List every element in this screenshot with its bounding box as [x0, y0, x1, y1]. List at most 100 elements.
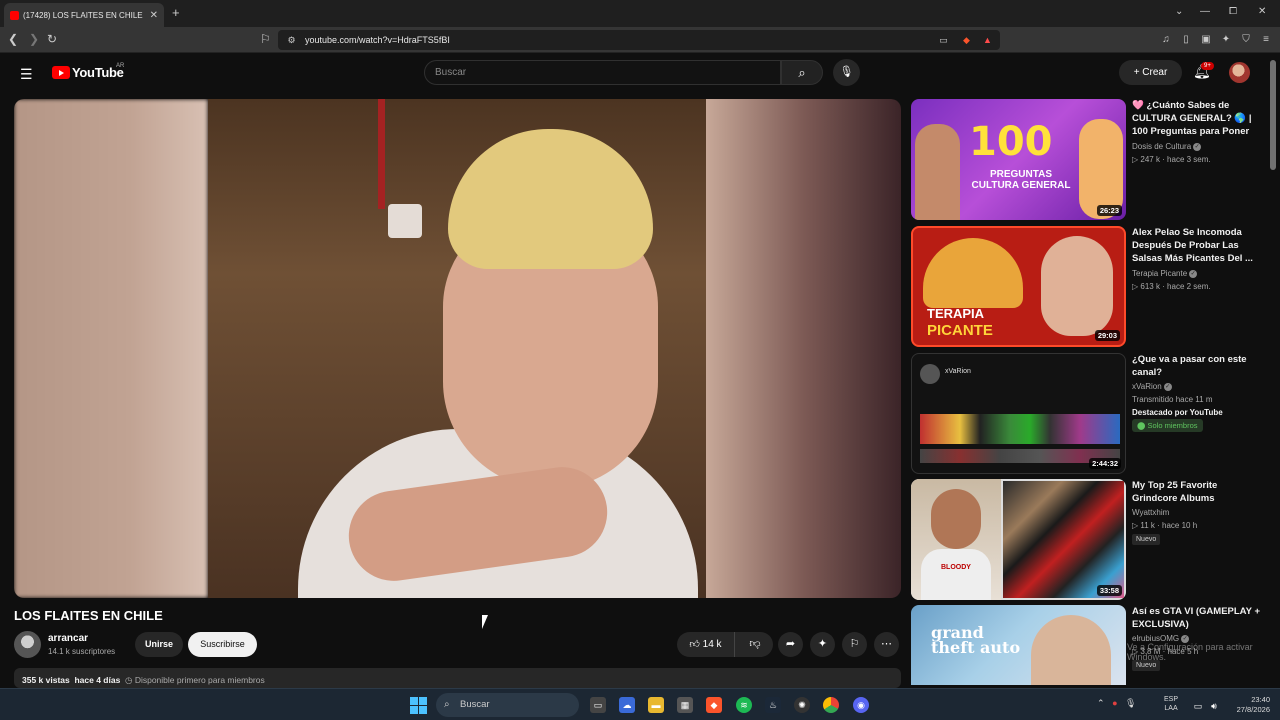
- youtube-logo[interactable]: YouTube AR: [52, 63, 124, 80]
- recommendation-thumbnail[interactable]: grand theft auto: [911, 605, 1126, 685]
- discord-icon[interactable]: ◉: [853, 697, 869, 713]
- maximize-button[interactable]: ⧠: [1229, 6, 1237, 17]
- openai-icon[interactable]: ✺: [794, 697, 810, 713]
- recommendation-item[interactable]: 100 PREGUNTAS CULTURA GENERAL 26:23 🩷 ¿C…: [911, 99, 1266, 221]
- like-button[interactable]: 👍︎ 14 k: [677, 632, 735, 657]
- network-icon[interactable]: ▭: [1190, 698, 1206, 714]
- cast-icon[interactable]: ▭: [938, 35, 949, 45]
- system-tray[interactable]: ⌃ ● 🎙︎: [1097, 698, 1136, 709]
- bald-man-image: [1041, 236, 1113, 336]
- share-button[interactable]: ➦: [778, 632, 803, 657]
- recommendation-thumbnail[interactable]: TERAPIA PICANTE 29:03: [911, 226, 1126, 347]
- url-bar[interactable]: ⚙ youtube.com/watch?v=HdraFTS5fBI ▭ ◆ ▲: [278, 30, 1000, 50]
- voice-search-button[interactable]: 🎙︎: [833, 59, 860, 86]
- recommendation-title[interactable]: 🩷 ¿Cuánto Sabes de CULTURA GENERAL? 🌎 | …: [1132, 99, 1264, 138]
- wallet-icon[interactable]: ▣: [1200, 34, 1212, 46]
- brave-shields-icon[interactable]: ◆: [961, 35, 972, 45]
- page-scrollbar[interactable]: [1270, 60, 1276, 170]
- microphone-icon[interactable]: 🎙︎: [1125, 698, 1136, 708]
- boxer-figure: [915, 124, 960, 220]
- sidebar-icon[interactable]: ▯: [1180, 34, 1192, 46]
- file-explorer-icon[interactable]: ▬: [648, 697, 664, 713]
- taskbar-clock[interactable]: 23:40 27/8/2026: [1226, 695, 1270, 715]
- tab-title: (17428) LOS FLAITES EN CHILE: [23, 10, 143, 20]
- search-button[interactable]: ⌕: [781, 60, 823, 85]
- activate-windows-watermark: Ve a Configuración para activar Windows.: [1127, 642, 1253, 662]
- back-icon[interactable]: ❮: [8, 32, 18, 46]
- recommendation-title[interactable]: My Top 25 Favorite Grindcore Albums: [1132, 479, 1264, 505]
- task-view-icon[interactable]: ▭: [590, 697, 606, 713]
- forward-icon[interactable]: ❯: [29, 32, 39, 46]
- recommendation-thumbnail[interactable]: xVaRion 2:44:32: [911, 353, 1126, 474]
- taskbar-search[interactable]: ⌕ Buscar: [436, 693, 579, 717]
- minimize-button[interactable]: —: [1200, 6, 1210, 17]
- spotify-icon[interactable]: ≋: [736, 697, 752, 713]
- recommendation-channel[interactable]: Terapia Picante ✓: [1132, 269, 1198, 278]
- recommendation-title[interactable]: Así es GTA VI (GAMEPLAY + EXCLUSIVA): [1132, 605, 1264, 631]
- bookmark-icon[interactable]: ⚐: [260, 32, 271, 46]
- reload-icon[interactable]: ↻: [47, 32, 57, 46]
- new-badge: Nuevo: [1132, 534, 1161, 545]
- verified-icon: ✓: [1193, 142, 1202, 151]
- recommendation-item[interactable]: TERAPIA PICANTE 29:03 Alex Pelao Se Inco…: [911, 226, 1266, 348]
- youtube-play-icon: [52, 66, 70, 79]
- widgets-icon[interactable]: ☁: [619, 697, 635, 713]
- brave-rewards-icon[interactable]: ▲: [982, 35, 993, 45]
- language-indicator[interactable]: ESP LAA: [1164, 695, 1178, 713]
- video-player[interactable]: [14, 99, 901, 598]
- save-button[interactable]: ⚐: [842, 632, 867, 657]
- more-actions-button[interactable]: ⋯: [874, 632, 899, 657]
- view-count: 355 k vistas: [22, 675, 70, 685]
- recommendation-title[interactable]: Alex Pelao Se Incomoda Después De Probar…: [1132, 226, 1264, 265]
- recommendation-thumbnail[interactable]: BLOODY 33:58: [911, 479, 1126, 600]
- guide-menu-icon[interactable]: ☰: [20, 66, 33, 83]
- recommendation-title[interactable]: ¿Que va a pasar con este canal?: [1132, 353, 1264, 379]
- media-icon[interactable]: ♫: [1160, 34, 1172, 46]
- thumb-headline: TERAPIA: [927, 306, 985, 321]
- search-icon: ⌕: [444, 699, 450, 710]
- volume-icon[interactable]: 🔊︎: [1206, 698, 1222, 714]
- recommendation-channel[interactable]: Dosis de Cultura ✓: [1132, 142, 1202, 151]
- man-face: [931, 489, 981, 549]
- browser-tab[interactable]: (17428) LOS FLAITES EN CHILE ✕: [4, 3, 164, 27]
- video-frame: [208, 99, 706, 598]
- tray-chevron-icon[interactable]: ⌃: [1097, 698, 1105, 708]
- site-info-icon[interactable]: ⚙: [286, 35, 297, 45]
- dislike-button[interactable]: 👎︎: [741, 632, 769, 657]
- recommendation-item[interactable]: BLOODY 33:58 My Top 25 Favorite Grindcor…: [911, 479, 1266, 601]
- new-tab-button[interactable]: +: [172, 5, 180, 20]
- chrome-icon[interactable]: [823, 697, 839, 713]
- browser-toolbar: ❮ ❯ ↻ ⚐ ⚙ youtube.com/watch?v=HdraFTS5fB…: [0, 27, 1280, 53]
- close-tab-icon[interactable]: ✕: [150, 10, 158, 21]
- channel-avatar[interactable]: [14, 631, 41, 658]
- like-count: 14 k: [702, 639, 722, 650]
- steam-icon[interactable]: ♨: [765, 697, 781, 713]
- description-box[interactable]: 355 k vistas hace 4 días ◷ Disponible pr…: [14, 668, 901, 688]
- brave-browser-icon[interactable]: ◆: [706, 697, 722, 713]
- channel-avatar-mini: [920, 364, 940, 384]
- create-button[interactable]: + Crear: [1119, 60, 1182, 85]
- recommendation-item[interactable]: xVaRion 2:44:32 ¿Que va a pasar con este…: [911, 353, 1266, 475]
- channel-name[interactable]: arrancar: [48, 633, 88, 644]
- start-windows-icon[interactable]: [410, 697, 427, 714]
- tray-app-icon[interactable]: ●: [1112, 698, 1117, 708]
- vpn-icon[interactable]: ⛉: [1240, 34, 1252, 46]
- upload-date: hace 4 días: [74, 675, 121, 685]
- recommendation-thumbnail[interactable]: 100 PREGUNTAS CULTURA GENERAL 26:23: [911, 99, 1126, 220]
- recommendation-channel[interactable]: xVaRion ✓: [1132, 382, 1172, 391]
- shirt-text: BLOODY: [941, 564, 971, 571]
- tab-list-icon[interactable]: ⌄: [1175, 6, 1183, 17]
- store-icon[interactable]: ▦: [677, 697, 693, 713]
- join-button[interactable]: Unirse: [135, 632, 183, 657]
- thumb-headline: xVaRion: [945, 368, 971, 375]
- leo-ai-icon[interactable]: ✦: [1220, 34, 1232, 46]
- menu-icon[interactable]: ≡: [1260, 34, 1272, 46]
- mouse-cursor-icon: [482, 615, 488, 629]
- verified-icon: ✓: [1163, 382, 1172, 391]
- account-avatar[interactable]: [1229, 62, 1250, 83]
- recommendation-channel[interactable]: Wyattxhim: [1132, 508, 1169, 517]
- search-input[interactable]: Buscar: [424, 60, 781, 85]
- ask-button[interactable]: ✦: [810, 632, 835, 657]
- subscribe-button[interactable]: Suscribirse: [188, 632, 257, 657]
- close-window-button[interactable]: ✕: [1258, 6, 1266, 17]
